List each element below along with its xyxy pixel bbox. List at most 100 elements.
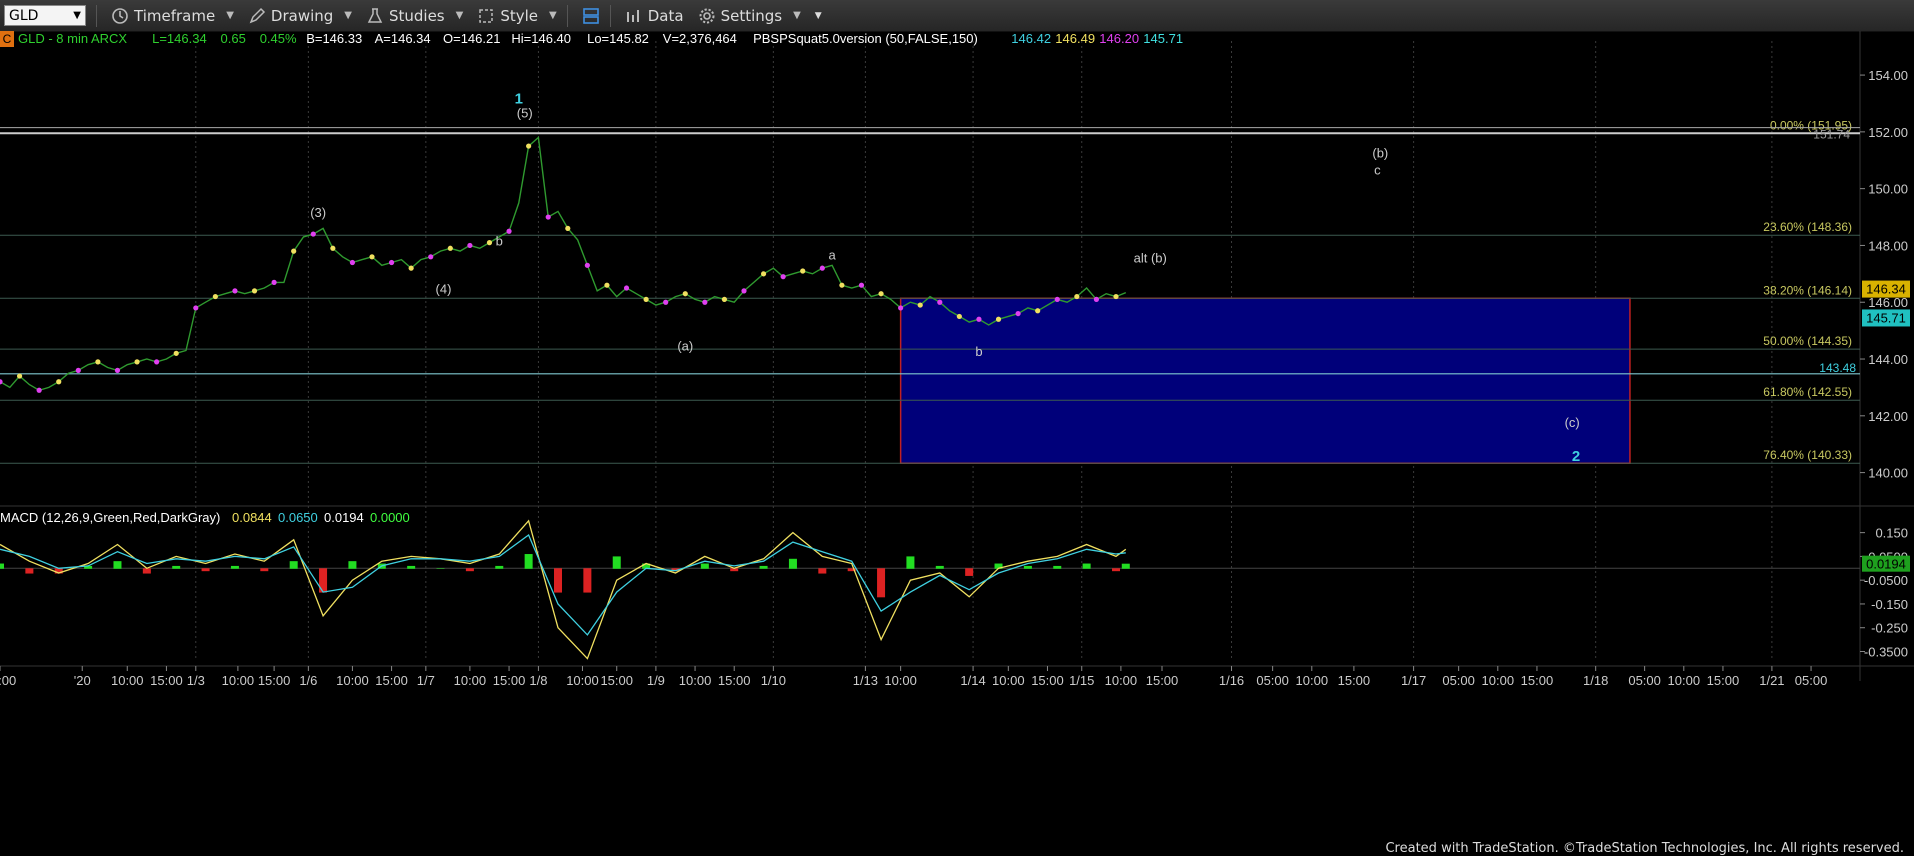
wave-label: (a)	[677, 339, 693, 354]
time-tick-label: 15:00	[150, 673, 183, 688]
signal-dot	[682, 291, 688, 297]
macd-tag: 0.0194	[1866, 557, 1906, 572]
chevron-down-icon: ▼	[226, 10, 234, 21]
time-tick-label: 15:00	[1338, 673, 1371, 688]
settings-menu[interactable]: Settings ▼	[698, 0, 801, 31]
time-tick-label: '20	[74, 673, 91, 688]
wave-label: (5)	[517, 106, 533, 121]
signal-dot	[800, 268, 806, 274]
signal-dot	[858, 282, 865, 288]
time-tick-label: 15:00	[1521, 673, 1554, 688]
time-tick-label: 1/13	[853, 673, 878, 688]
wave-label: a	[828, 248, 836, 263]
price-tick-label: 154.00	[1868, 68, 1908, 83]
time-tick-label: 10:00	[454, 673, 487, 688]
target-zone-box	[899, 297, 1631, 464]
time-tick-label: 15:00	[718, 673, 751, 688]
wave-label: (b)	[1372, 145, 1388, 160]
signal-dot	[898, 305, 904, 311]
signal-dot	[310, 231, 316, 237]
info-field: Lo=145.82	[587, 31, 649, 46]
signal-dot	[623, 285, 630, 291]
time-tick-label: 1/10	[761, 673, 786, 688]
layout-button[interactable]	[582, 0, 600, 31]
price-tag: 146.34	[1866, 282, 1906, 297]
study-value: 146.20	[1099, 31, 1139, 46]
macd-hist-bar	[965, 568, 974, 576]
info-field: A=146.34	[375, 31, 431, 46]
studies-label: Studies	[388, 6, 445, 25]
pencil-icon	[249, 7, 265, 23]
macd-line	[0, 519, 1127, 660]
price-chart[interactable]: 0.00% (151.95)23.60% (148.36)38.20% (146…	[0, 31, 1914, 841]
drawing-menu[interactable]: Drawing ▼	[248, 0, 352, 31]
time-tick-label: 05:00	[1442, 673, 1475, 688]
signal-dot	[721, 296, 728, 302]
chevron-down-icon: ▼	[344, 10, 352, 21]
clock-icon	[112, 7, 128, 24]
time-tick-label: 15:00	[1031, 673, 1064, 688]
macd-hist-bar	[142, 568, 151, 574]
drawing-label: Drawing	[270, 6, 334, 25]
macd-hist-bar	[524, 554, 533, 569]
macd-hist-bar	[906, 556, 915, 569]
info-field: B=146.33	[306, 31, 362, 46]
macd-hist-bar	[877, 568, 886, 598]
info-field: O=146.21	[443, 31, 500, 46]
signal-dot	[95, 359, 101, 365]
info-field: GLD - 8 min ARCX	[18, 31, 127, 46]
signal-dot	[1054, 296, 1060, 302]
fib-level-label: 50.00% (144.35)	[1763, 334, 1852, 348]
study-value: 146.49	[1055, 31, 1095, 46]
signal-dot	[271, 279, 277, 285]
macd-hist-bar	[289, 561, 298, 569]
chevron-down-icon: ▼	[814, 10, 822, 21]
symbol-selector[interactable]: GLD ▼	[4, 5, 86, 26]
time-tick-label: 1/8	[529, 673, 547, 688]
signal-dot	[526, 143, 532, 149]
studies-menu[interactable]: Studies ▼	[366, 0, 463, 31]
info-badge: C	[3, 32, 12, 46]
info-field: V=2,376,464	[663, 31, 737, 46]
time-tick-label: 1/17	[1401, 673, 1426, 688]
info-field: L=146.34	[152, 31, 207, 46]
copyright-footer: Created with TradeStation. ©TradeStation…	[1385, 841, 1904, 856]
time-tick-label: 15:00	[258, 673, 291, 688]
info-field: 0.65	[221, 31, 246, 46]
signal-dot	[1015, 310, 1021, 317]
toolbar: GLD ▼ Timeframe ▼ Drawing ▼ Studies ▼ St…	[0, 0, 1914, 32]
chevron-down-icon[interactable]: ▼	[73, 10, 81, 21]
signal-dot	[16, 373, 23, 379]
info-field: PBSPSquat5.0version (50,FALSE,150)	[753, 31, 978, 46]
data-menu[interactable]: Data	[625, 0, 684, 31]
time-tick-label: 10:00	[111, 673, 144, 688]
signal-dot	[545, 214, 551, 220]
signal-dot	[506, 228, 512, 234]
style-menu[interactable]: Style ▼	[477, 0, 557, 31]
macd-hist-bar	[788, 558, 797, 569]
signal-dot	[369, 254, 375, 260]
signal-dot	[447, 245, 453, 251]
wave-label: b	[496, 233, 503, 248]
macd-hist-bar	[1121, 563, 1130, 569]
time-tick-label: 10:00	[0, 673, 16, 688]
signal-dot	[584, 262, 590, 268]
time-tick-label: 1/14	[960, 673, 985, 688]
macd-hist-bar	[700, 563, 709, 569]
support-line-label: 143.48	[1819, 361, 1856, 375]
macd-hist-bar	[495, 565, 504, 569]
signal-dot	[291, 248, 297, 254]
timeframe-menu[interactable]: Timeframe ▼	[111, 0, 234, 31]
time-tick-label: 1/16	[1219, 673, 1244, 688]
price-tick-label: 152.00	[1868, 125, 1908, 140]
macd-hist-bar	[1053, 565, 1062, 569]
macd-tick-label: 0.150	[1875, 526, 1908, 541]
fib-level-label: 23.60% (148.36)	[1763, 220, 1852, 234]
signal-dot	[839, 282, 845, 288]
signal-dot	[467, 242, 473, 249]
overflow-menu[interactable]: ▼	[815, 0, 822, 31]
signal-dot	[193, 305, 199, 311]
time-tick-label: 10:00	[566, 673, 599, 688]
macd-hist-bar	[25, 568, 34, 574]
time-tick-label: 10:00	[336, 673, 369, 688]
